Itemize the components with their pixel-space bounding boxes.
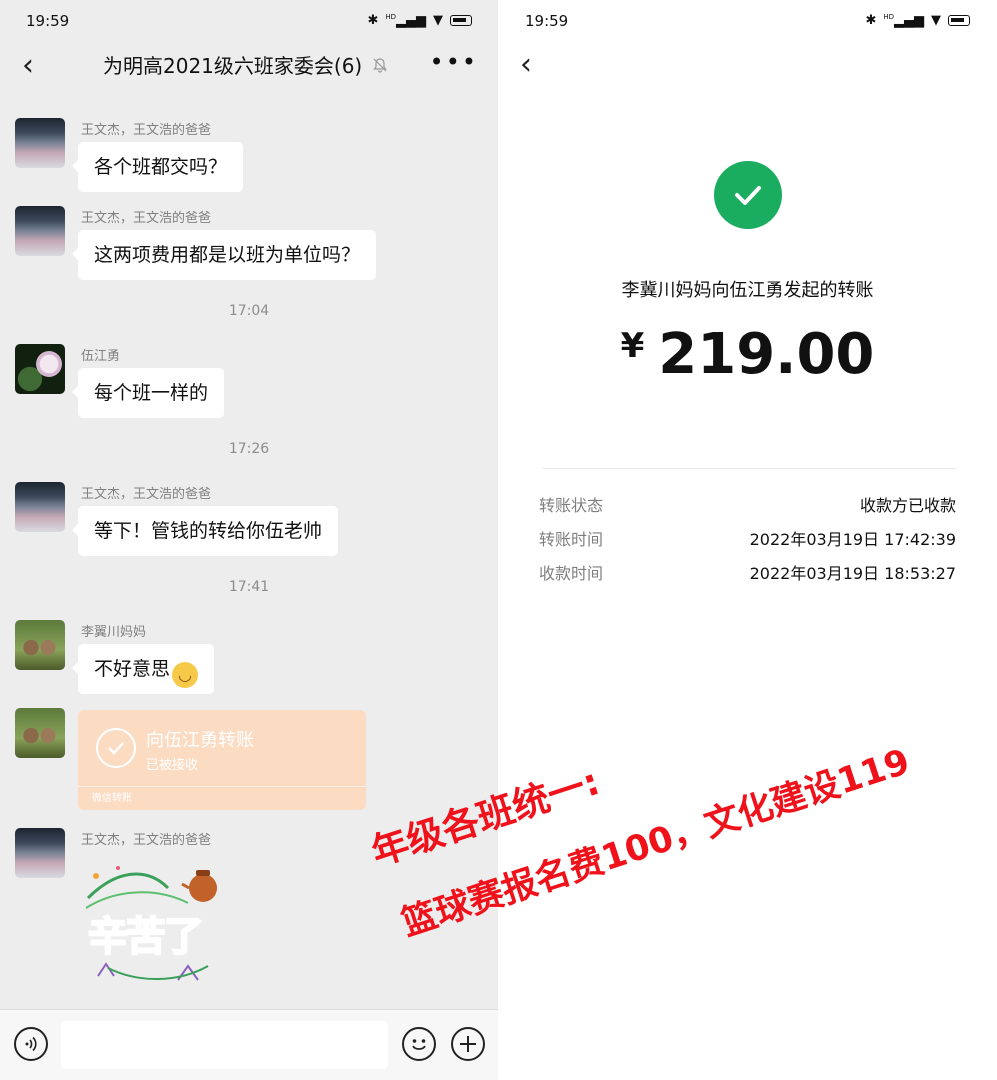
transfer-detail-panel: 19:59 ✱ HD▂▄▆ ▼ ‹ 李冀川妈妈向伍江勇发起的转账 ¥219.00…	[498, 0, 997, 1080]
plus-icon	[460, 1036, 476, 1052]
transfer-title: 向伍江勇转账	[146, 730, 254, 751]
info-label: 收款时间	[539, 564, 604, 583]
smiley-icon	[412, 1039, 426, 1050]
avatar[interactable]	[15, 118, 65, 168]
info-value: 2022年03月19日 17:42:39	[749, 530, 956, 549]
battery-icon	[450, 15, 472, 27]
message-input[interactable]	[61, 1021, 388, 1069]
message-bubble[interactable]: 这两项费用都是以班为单位吗？	[71, 230, 377, 280]
divider	[543, 468, 956, 469]
info-row-status: 转账状态 收款方已收款	[539, 492, 956, 516]
avatar[interactable]	[15, 828, 65, 878]
sender-name: 王文杰，王文浩的爸爸	[81, 487, 212, 502]
avatar[interactable]	[15, 620, 65, 670]
info-value: 收款方已收款	[859, 496, 956, 515]
info-label: 转账时间	[539, 530, 604, 549]
back-button[interactable]: ‹	[14, 45, 42, 85]
info-value: 2022年03月19日 18:53:27	[749, 564, 956, 583]
wifi-icon: ▼	[931, 13, 941, 29]
sticker-text: 辛苦了	[87, 912, 205, 961]
status-icons: ✱ HD▂▄▆ ▼	[865, 13, 970, 29]
transfer-amount: ¥219.00	[620, 322, 875, 387]
bluetooth-icon: ✱	[367, 13, 379, 29]
status-time: 19:59	[525, 12, 569, 30]
timestamp: 17:41	[228, 579, 270, 595]
input-bar	[0, 1009, 498, 1080]
sender-name: 王文杰，王文浩的爸爸	[81, 211, 212, 226]
sender-name: 李翼川妈妈	[81, 625, 147, 640]
sticker-image[interactable]: 辛苦了	[78, 858, 228, 988]
avatar[interactable]	[15, 206, 65, 256]
battery-icon	[948, 15, 970, 27]
status-time: 19:59	[26, 12, 70, 30]
message-bubble[interactable]: 每个班一样的	[71, 368, 225, 418]
bluetooth-icon: ✱	[865, 13, 877, 29]
emoji-button[interactable]	[402, 1027, 436, 1061]
wifi-icon: ▼	[433, 13, 443, 29]
voice-button[interactable]	[14, 1027, 48, 1061]
mute-bell-icon	[373, 57, 387, 73]
avatar[interactable]	[15, 344, 65, 394]
more-options-button[interactable]: •••	[430, 48, 478, 76]
currency-symbol: ¥	[620, 326, 645, 366]
info-label: 转账状态	[539, 496, 604, 515]
chat-header: ‹ 为明高2021级六班家委会(6) •••	[0, 42, 498, 88]
back-button[interactable]: ‹	[512, 42, 540, 86]
message-bubble[interactable]: 不好意思 ◡	[71, 644, 215, 694]
message-bubble[interactable]: 等下！管钱的转给你伍老帅	[71, 506, 339, 556]
check-circle-icon	[96, 728, 136, 768]
transfer-card[interactable]: 向伍江勇转账 已被接收 微信转账	[78, 710, 366, 810]
timestamp: 17:26	[228, 441, 270, 457]
transfer-footer: 微信转账	[78, 786, 366, 810]
sender-name: 王文杰，王文浩的爸爸	[81, 123, 212, 138]
voice-icon	[25, 1036, 37, 1052]
sender-name: 王文杰，王文浩的爸爸	[81, 833, 212, 848]
sender-name: 伍江勇	[81, 349, 121, 364]
plus-button[interactable]	[451, 1027, 485, 1061]
timestamp: 17:04	[228, 303, 270, 319]
transfer-status: 已被接收	[146, 758, 199, 773]
transfer-description: 李冀川妈妈向伍江勇发起的转账	[621, 280, 874, 301]
smile-emoji-icon: ◡	[172, 662, 199, 688]
info-row-receive-time: 收款时间 2022年03月19日 18:53:27	[539, 560, 956, 584]
avatar[interactable]	[15, 482, 65, 532]
status-bar: 19:59 ✱ HD▂▄▆ ▼	[525, 0, 970, 42]
status-bar: 19:59 ✱ HD▂▄▆ ▼	[26, 0, 472, 42]
avatar[interactable]	[15, 708, 65, 758]
signal-icon: HD▂▄▆	[385, 13, 426, 29]
status-icons: ✱ HD▂▄▆ ▼	[367, 13, 472, 29]
chat-title: 为明高2021级六班家委会(6)	[103, 50, 388, 79]
info-row-transfer-time: 转账时间 2022年03月19日 17:42:39	[539, 526, 956, 550]
success-check-icon	[714, 161, 782, 229]
message-bubble[interactable]: 各个班都交吗？	[71, 142, 244, 192]
signal-icon: HD▂▄▆	[883, 13, 924, 29]
